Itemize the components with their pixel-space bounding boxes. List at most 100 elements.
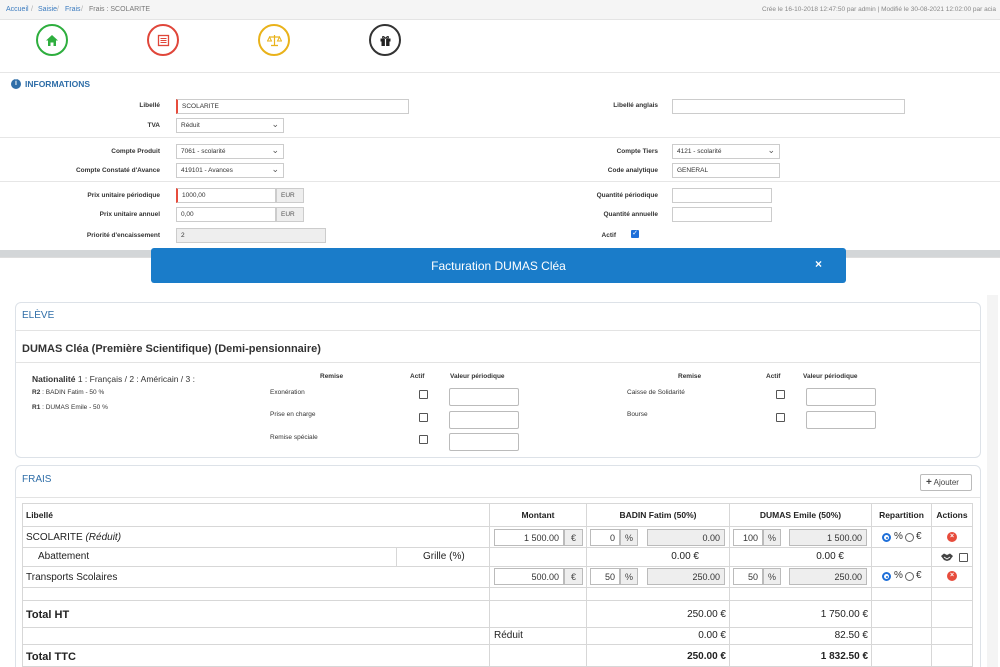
breadcrumb-home[interactable]: Accueil xyxy=(6,6,29,13)
header-repartition: Repartition xyxy=(872,503,932,527)
list-button[interactable] xyxy=(147,24,179,56)
prise-en-charge-value-input[interactable] xyxy=(449,411,519,429)
dumas-pct-input[interactable]: 50 xyxy=(733,568,763,585)
pct-addon: % xyxy=(620,529,638,546)
quantite-annuelle-input[interactable] xyxy=(672,207,772,222)
nationalite-label: Nationalité xyxy=(32,374,76,384)
priorite-label: Priorité d'encaissement xyxy=(86,232,160,239)
priorite-input[interactable]: 2 xyxy=(176,228,326,243)
dumas-pct-input[interactable]: 100 xyxy=(733,529,763,546)
repartition-pct-radio[interactable] xyxy=(882,533,891,542)
modal-header: Facturation DUMAS Cléa × xyxy=(151,248,846,283)
header-montant: Montant xyxy=(490,503,587,527)
delete-icon[interactable]: × xyxy=(947,571,957,581)
close-icon[interactable]: × xyxy=(815,257,822,271)
compte-tiers-select[interactable]: 4121 - scolarité xyxy=(672,144,780,159)
tva-label: TVA xyxy=(147,122,160,129)
quantite-periodique-label: Quantité périodique xyxy=(596,192,658,199)
code-analytique-input[interactable]: GENERAL xyxy=(672,163,780,178)
total-ttc-repartition xyxy=(872,645,932,667)
tva-select[interactable]: Réduit xyxy=(176,118,284,133)
breadcrumb-saisie[interactable]: Saisie xyxy=(38,6,57,13)
list-icon xyxy=(157,34,169,46)
handshake-icon[interactable] xyxy=(940,552,954,562)
actif-checkbox[interactable]: ✓ xyxy=(631,230,639,238)
modal-title: Facturation DUMAS Cléa xyxy=(431,259,566,273)
total-ht-montant xyxy=(490,601,587,628)
actif-label: Actif xyxy=(601,232,616,239)
badin-pct-input[interactable]: 50 xyxy=(590,568,620,585)
caisse-solidarite-value-input[interactable] xyxy=(806,388,876,406)
bourse-value-input[interactable] xyxy=(806,411,876,429)
add-button-label: Ajouter xyxy=(933,478,959,487)
remise-speciale-checkbox[interactable] xyxy=(419,435,428,444)
abattement-dumas: 0.00 € xyxy=(730,548,872,567)
code-analytique-label: Code analytique xyxy=(607,167,658,174)
reduit-row-libelle xyxy=(22,628,490,645)
repartition-eur-radio[interactable] xyxy=(905,572,914,581)
dumas-amount: 250.00 xyxy=(789,568,867,585)
badin-pct-input[interactable]: 0 xyxy=(590,529,620,546)
libelle-input[interactable]: SCOLARITE xyxy=(176,99,409,114)
student-name: DUMAS Cléa (Première Scientifique) (Demi… xyxy=(22,343,321,355)
repartition-eur-radio[interactable] xyxy=(905,533,914,542)
currency-addon: EUR xyxy=(276,188,304,203)
badin-amount: 250.00 xyxy=(647,568,725,585)
abattement-repartition-cell xyxy=(872,548,932,567)
bourse-checkbox[interactable] xyxy=(776,413,785,422)
valeur-header: Valeur périodique xyxy=(450,373,505,380)
divider xyxy=(16,497,980,498)
meta-info: Crée le 16-10-2018 12:47:50 par admin | … xyxy=(761,6,996,13)
prix-annuel-input[interactable]: 0,00 xyxy=(176,207,276,222)
euro-addon: € xyxy=(564,568,583,585)
r2-line: R2 : BADIN Fatim - 50 % xyxy=(32,389,104,396)
libelle-anglais-input[interactable] xyxy=(672,99,905,114)
abattement-checkbox[interactable] xyxy=(959,553,968,562)
home-button[interactable] xyxy=(36,24,68,56)
divider xyxy=(0,137,1000,138)
remise-bourse: Bourse xyxy=(627,411,648,418)
table-row-libelle: SCOLARITE (Réduit) xyxy=(22,527,490,548)
tva-value: Réduit xyxy=(181,122,200,129)
montant-input[interactable]: 500.00 xyxy=(494,568,564,585)
actif-header: Actif xyxy=(410,373,425,380)
exoneration-checkbox[interactable] xyxy=(419,390,428,399)
valeur-header: Valeur périodique xyxy=(803,373,858,380)
home-icon xyxy=(46,34,58,46)
compte-cca-select[interactable]: 419101 - Avances xyxy=(176,163,284,178)
breadcrumb-current: Frais : SCOLARITE xyxy=(89,6,151,13)
reduit-badin: 0.00 € xyxy=(587,628,730,645)
remise-speciale-value-input[interactable] xyxy=(449,433,519,451)
info-icon: i xyxy=(11,79,21,89)
quantite-annuelle-label: Quantité annuelle xyxy=(603,211,658,218)
remise-header: Remise xyxy=(678,373,702,380)
exoneration-value-input[interactable] xyxy=(449,388,519,406)
nationalite-value: 1 : Français / 2 : Américain / 3 : xyxy=(77,374,195,384)
prix-periodique-label: Prix unitaire périodique xyxy=(87,192,160,199)
compte-tiers-label: Compte Tiers xyxy=(616,148,658,155)
pct-addon: % xyxy=(620,568,638,585)
breadcrumb-frais[interactable]: Frais xyxy=(65,6,81,13)
scrollbar[interactable] xyxy=(987,295,998,667)
quantite-periodique-input[interactable] xyxy=(672,188,772,203)
frais-title: FRAIS xyxy=(22,474,52,485)
total-ttc-dumas: 1 832.50 € xyxy=(730,645,872,667)
balance-button[interactable] xyxy=(258,24,290,56)
compte-produit-select[interactable]: 7061 - scolarité xyxy=(176,144,284,159)
prix-periodique-input[interactable]: 1000,00 xyxy=(176,188,276,203)
abattement-montant-cell xyxy=(490,548,587,567)
balance-icon xyxy=(266,34,282,46)
abattement-badin: 0.00 € xyxy=(587,548,730,567)
prise-en-charge-checkbox[interactable] xyxy=(419,413,428,422)
pct-addon: % xyxy=(763,568,781,585)
repartition-pct-radio[interactable] xyxy=(882,572,891,581)
header-libelle: Libellé xyxy=(22,503,490,527)
divider xyxy=(16,362,980,363)
montant-input[interactable]: 1 500.00 xyxy=(494,529,564,546)
caisse-solidarite-checkbox[interactable] xyxy=(776,390,785,399)
compte-cca-label: Compte Constaté d'Avance xyxy=(75,167,160,174)
add-button[interactable]: + Ajouter xyxy=(920,474,972,491)
gift-button[interactable] xyxy=(369,24,401,56)
delete-icon[interactable]: × xyxy=(947,532,957,542)
gift-icon xyxy=(380,35,390,46)
